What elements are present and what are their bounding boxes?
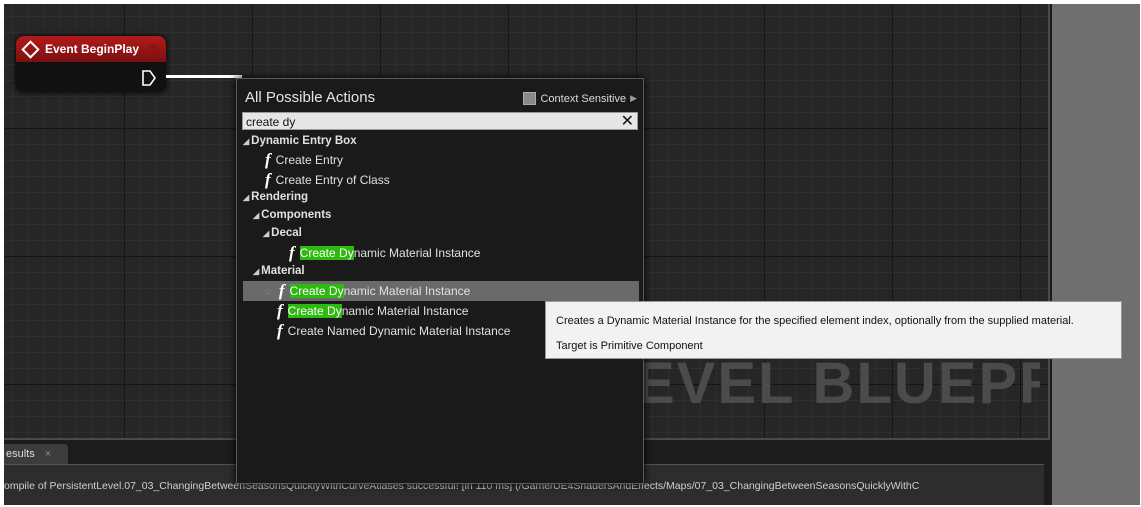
node-header[interactable]: Event BeginPlay [16, 36, 166, 62]
category-label: Material [261, 265, 305, 277]
function-icon: f [277, 301, 283, 320]
all-possible-actions-menu: All Possible Actions Context Sensitive ▶… [236, 78, 644, 484]
action-create-dynamic-material-instance-decal[interactable]: f Create Dy namic Material Instance [289, 243, 689, 263]
context-sensitive-toggle[interactable]: Context Sensitive ▶ [523, 92, 637, 105]
context-sensitive-label: Context Sensitive [540, 92, 627, 105]
search-match-highlight: Create Dy [299, 246, 354, 260]
category-label: Components [261, 209, 332, 221]
tooltip-target: Target is Primitive Component [556, 340, 703, 352]
action-label: Create Entry [275, 153, 344, 167]
search-input[interactable] [243, 114, 619, 130]
function-icon: f [289, 243, 295, 262]
blueprint-editor: EVEL BLUEPRINT Event BeginPlay esults × … [4, 4, 1140, 505]
event-diamond-icon [21, 39, 40, 59]
action-label: Create Named Dynamic Material Instance [287, 324, 511, 338]
search-match-highlight: Create Dy [287, 304, 342, 318]
close-icon[interactable]: × [45, 448, 51, 460]
action-create-dynamic-material-instance-selected[interactable]: ☆ f Create Dy namic Material Instance [243, 281, 639, 301]
compiler-results-tab[interactable]: esults × [4, 444, 68, 464]
category-rendering[interactable]: ◢ Rendering [243, 187, 643, 207]
collapse-arrow-icon[interactable]: ◢ [243, 137, 249, 146]
collapse-arrow-icon[interactable]: ◢ [253, 267, 259, 276]
clear-search-icon[interactable]: ✕ [621, 111, 634, 131]
node-title: Event BeginPlay [45, 42, 140, 56]
action-tooltip: Creates a Dynamic Material Instance for … [545, 301, 1122, 359]
action-label-rest: namic Material Instance [341, 304, 469, 318]
collapse-arrow-icon[interactable]: ◢ [243, 193, 249, 202]
category-components[interactable]: ◢ Components [253, 205, 653, 225]
category-dynamic-entry-box[interactable]: ◢ Dynamic Entry Box [243, 131, 643, 151]
details-panel [1052, 4, 1140, 505]
expand-arrow-icon[interactable]: ▶ [630, 93, 637, 104]
exec-wire [166, 75, 242, 78]
action-label-rest: namic Material Instance [353, 246, 481, 260]
checkbox-icon[interactable] [523, 92, 537, 105]
category-label: Decal [271, 227, 302, 239]
action-create-entry[interactable]: f Create Entry [265, 150, 665, 170]
category-material[interactable]: ◢ Material [253, 261, 653, 281]
collapse-arrow-icon[interactable]: ◢ [253, 211, 259, 220]
level-blueprint-watermark: EVEL BLUEPRINT [636, 351, 1040, 416]
function-icon: f [278, 281, 285, 300]
action-label-rest: namic Material Instance [343, 284, 471, 298]
search-box[interactable]: ✕ [242, 112, 638, 130]
favorite-star-icon[interactable]: ☆ [263, 285, 273, 298]
collapse-arrow-icon[interactable]: ◢ [263, 229, 269, 238]
category-decal[interactable]: ◢ Decal [263, 223, 663, 243]
function-icon: f [265, 150, 271, 169]
action-label: Create Entry of Class [275, 173, 390, 187]
results-tab-label: esults [6, 448, 35, 460]
node-delegate-pin-icon[interactable] [150, 45, 158, 53]
exec-pin-icon[interactable] [142, 70, 156, 86]
tooltip-description: Creates a Dynamic Material Instance for … [556, 315, 1074, 327]
function-icon: f [277, 321, 283, 340]
search-match-highlight: Create Dy [289, 284, 344, 298]
menu-title: All Possible Actions [245, 89, 376, 106]
category-label: Dynamic Entry Box [251, 135, 357, 147]
event-beginplay-node[interactable]: Event BeginPlay [16, 36, 166, 92]
category-label: Rendering [251, 191, 309, 203]
